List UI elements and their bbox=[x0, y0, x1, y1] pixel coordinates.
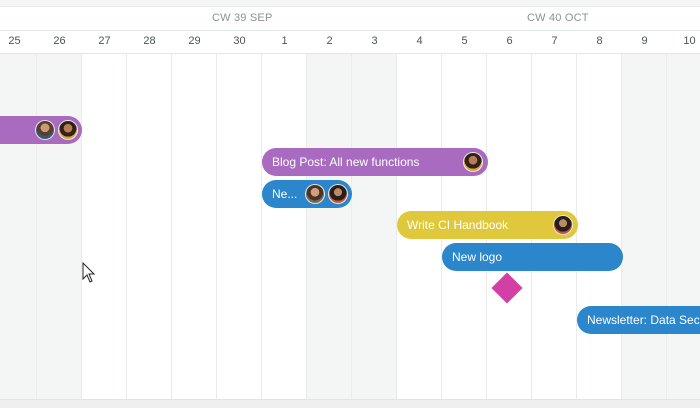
day-header-row: 25 26 27 28 29 30 1 2 3 4 5 6 7 8 9 10 bbox=[0, 31, 700, 54]
day-column bbox=[82, 54, 127, 399]
task-bar-write-ci-handbook[interactable]: Write CI Handbook bbox=[397, 211, 578, 239]
assignee-avatar-icon[interactable] bbox=[305, 184, 325, 204]
day-header-cell: 7 bbox=[551, 35, 558, 47]
task-label: New logo bbox=[452, 250, 503, 264]
assignee-avatar-icon[interactable] bbox=[463, 152, 483, 172]
timeline-top-strip bbox=[0, 0, 700, 7]
task-label: Write CI Handbook bbox=[407, 218, 509, 232]
day-header-cell: 30 bbox=[233, 35, 246, 47]
day-header-cell: 26 bbox=[53, 35, 66, 47]
mouse-pointer-icon bbox=[82, 262, 96, 283]
week-label-cw40: CW 40 OCT bbox=[527, 12, 589, 24]
timeline-grid[interactable] bbox=[0, 54, 700, 407]
day-header-cell: 29 bbox=[188, 35, 201, 47]
day-header-cell: 5 bbox=[461, 35, 468, 47]
task-bar-untitled[interactable] bbox=[0, 116, 82, 144]
day-column bbox=[172, 54, 217, 399]
day-header-cell: 8 bbox=[596, 35, 603, 47]
task-bar-ne[interactable]: Ne... bbox=[262, 180, 352, 208]
day-header-cell: 4 bbox=[416, 35, 423, 47]
day-header-cell: 2 bbox=[326, 35, 333, 47]
task-bar-blog-post[interactable]: Blog Post: All new functions bbox=[262, 148, 488, 176]
day-header-cell: 6 bbox=[506, 35, 513, 47]
day-header-cell: 27 bbox=[98, 35, 111, 47]
day-column bbox=[667, 54, 700, 399]
assignee-avatar-icon[interactable] bbox=[328, 184, 348, 204]
task-label: Ne... bbox=[272, 187, 298, 201]
day-header-cell: 9 bbox=[641, 35, 648, 47]
day-column bbox=[217, 54, 262, 399]
day-header-cell: 10 bbox=[683, 35, 696, 47]
day-column bbox=[622, 54, 667, 399]
day-column bbox=[262, 54, 307, 399]
day-header-cell: 3 bbox=[371, 35, 378, 47]
assignee-avatar-icon[interactable] bbox=[35, 120, 55, 140]
day-column bbox=[577, 54, 622, 399]
day-column bbox=[352, 54, 397, 399]
task-bar-new-logo[interactable]: New logo bbox=[442, 243, 623, 271]
assignee-avatar-icon[interactable] bbox=[553, 215, 573, 235]
day-header-cell: 25 bbox=[8, 35, 21, 47]
day-header-cell: 28 bbox=[143, 35, 156, 47]
day-column bbox=[307, 54, 352, 399]
week-header-row: CW 39 SEP CW 40 OCT bbox=[0, 7, 700, 31]
assignee-avatar-icon[interactable] bbox=[58, 120, 78, 140]
day-column bbox=[127, 54, 172, 399]
day-header-cell: 1 bbox=[281, 35, 288, 47]
week-label-cw39: CW 39 SEP bbox=[212, 12, 273, 24]
task-label: Newsletter: Data Sec... bbox=[587, 313, 700, 327]
task-bar-newsletter[interactable]: Newsletter: Data Sec... bbox=[577, 306, 700, 334]
day-column bbox=[37, 54, 82, 399]
task-label: Blog Post: All new functions bbox=[272, 155, 420, 169]
day-column bbox=[0, 54, 37, 399]
